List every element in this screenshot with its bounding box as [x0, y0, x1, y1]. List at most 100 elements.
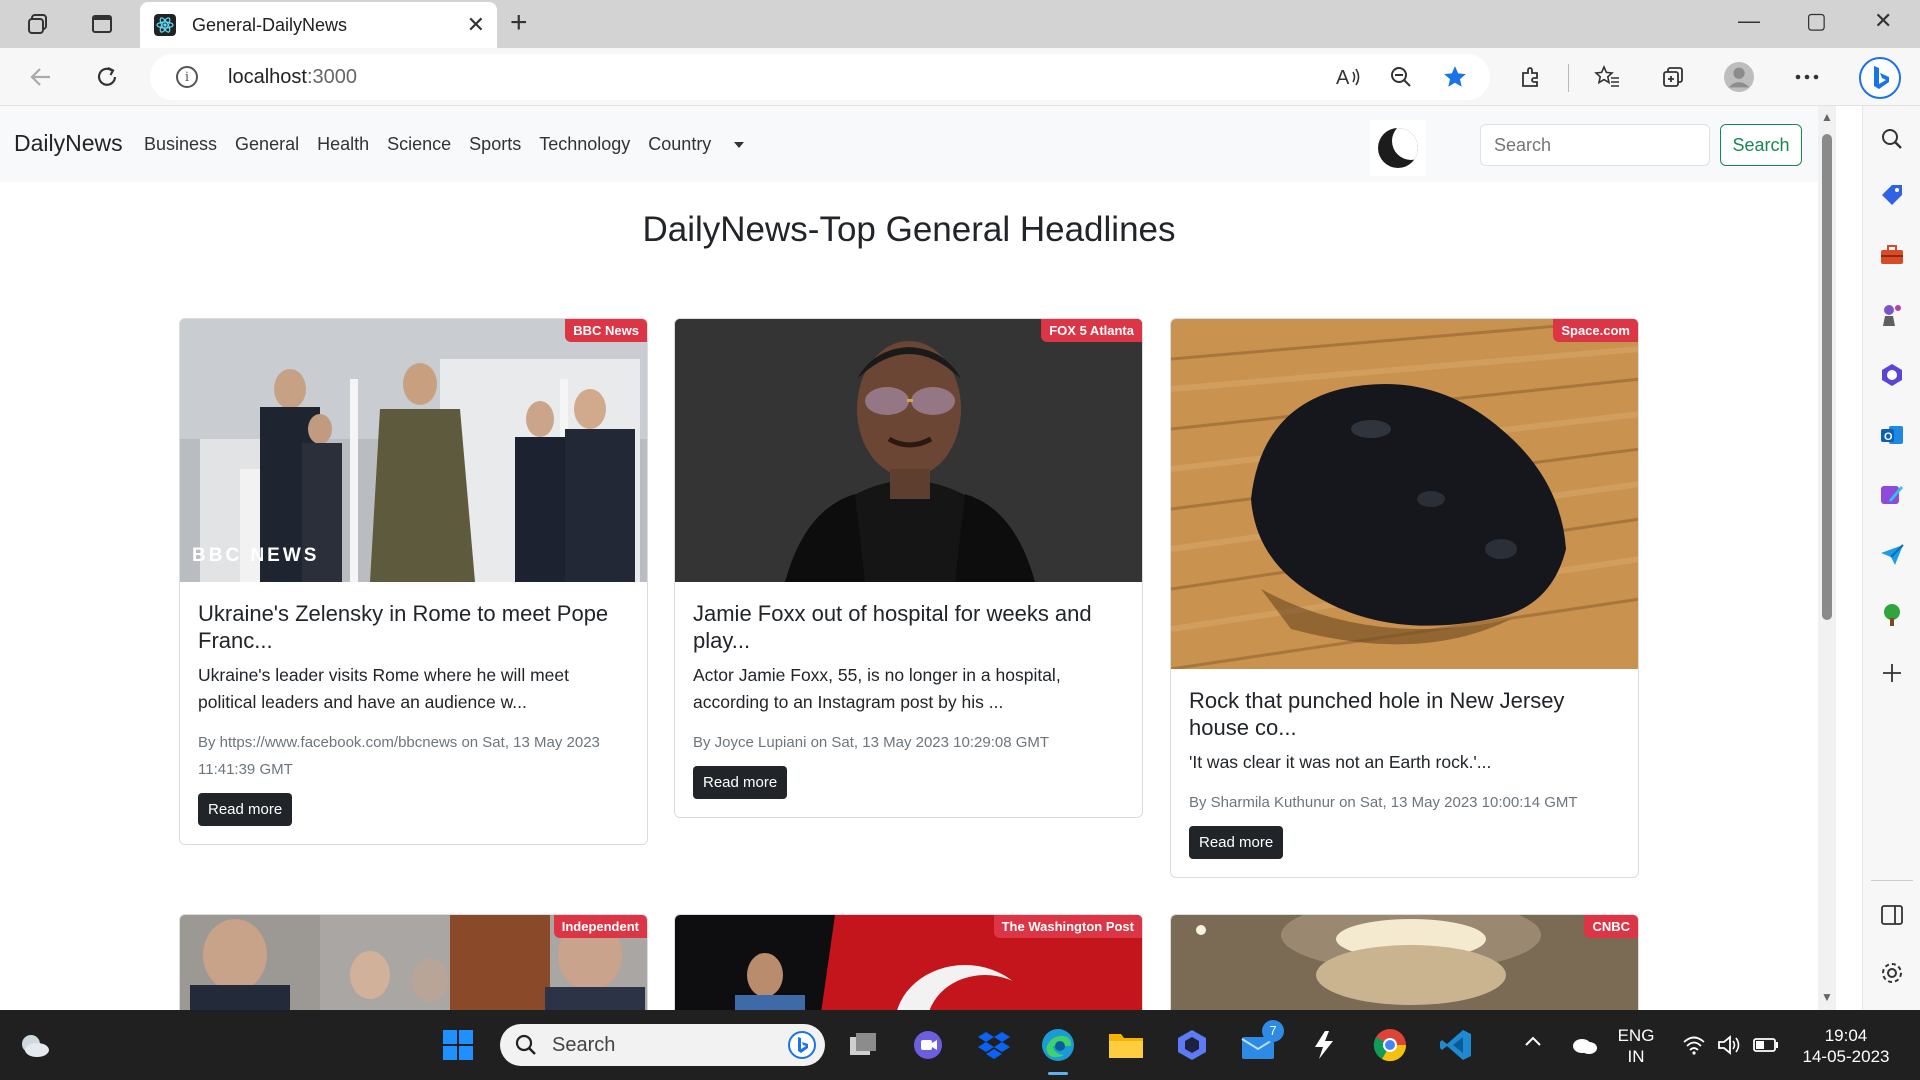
source-badge: CNBC	[1584, 915, 1638, 938]
tab-actions-icon[interactable]	[88, 10, 116, 38]
tools-icon[interactable]	[1877, 240, 1907, 270]
teams-chat-icon[interactable]	[910, 1027, 946, 1063]
url-text: localhost:3000	[228, 66, 357, 89]
volume-icon[interactable]	[1712, 1027, 1748, 1063]
collections-icon[interactable]	[1658, 62, 1688, 92]
battery-icon[interactable]	[1748, 1027, 1784, 1063]
taskbar-search-label: Search	[552, 1033, 616, 1056]
browser-tab-bar: General-DailyNews ✕ + — ▢ ✕	[0, 0, 1920, 48]
terminal-app-icon[interactable]	[1306, 1027, 1342, 1063]
show-hidden-icons-chevron[interactable]	[1524, 1030, 1542, 1053]
onedrive-cloud-icon[interactable]	[1566, 1027, 1602, 1063]
window-close-button[interactable]: ✕	[1874, 8, 1892, 34]
page-viewport: DailyNews Business General Health Scienc…	[0, 106, 1818, 1010]
read-more-button[interactable]: Read more	[1189, 826, 1284, 859]
sidebar-settings-gear-icon[interactable]	[1877, 958, 1907, 988]
microsoft-365-icon[interactable]	[1877, 360, 1907, 390]
scrollbar-thumb[interactable]	[1822, 134, 1832, 620]
news-image: Space.com	[1171, 319, 1638, 669]
news-image: CNBC	[1171, 915, 1638, 1010]
language-code: ENG	[1617, 1026, 1655, 1045]
brand-logo[interactable]: DailyNews	[14, 130, 123, 157]
workspaces-icon[interactable]	[24, 10, 52, 38]
news-image: The Washington Post	[675, 915, 1142, 1010]
designer-icon[interactable]	[1877, 480, 1907, 510]
task-view-icon[interactable]	[846, 1027, 882, 1063]
source-badge: Space.com	[1553, 319, 1638, 342]
zoom-out-icon[interactable]	[1386, 62, 1416, 92]
games-icon[interactable]	[1877, 300, 1907, 330]
maximize-button[interactable]: ▢	[1806, 8, 1827, 34]
nav-link-technology[interactable]: Technology	[539, 134, 630, 155]
scroll-down-icon[interactable]: ▼	[1821, 990, 1833, 1004]
back-icon[interactable]	[26, 62, 56, 92]
clock[interactable]: 19:04 14-05-2023	[1796, 1025, 1896, 1067]
add-sidebar-app-icon[interactable]	[1877, 658, 1907, 688]
source-badge: The Washington Post	[993, 915, 1142, 938]
new-tab-button[interactable]: +	[510, 8, 528, 38]
svg-text:O: O	[1884, 431, 1893, 443]
country-dropdown[interactable]: Country	[648, 134, 745, 155]
url-bar[interactable]: i localhost:3000	[150, 54, 1490, 100]
url-host: localhost	[228, 65, 307, 88]
card-title: Jamie Foxx out of hospital for weeks and…	[693, 601, 1092, 653]
tab-dailynews[interactable]: General-DailyNews ✕	[140, 2, 497, 48]
news-image: BBC News BBC NEWS	[180, 319, 647, 582]
bing-copilot-icon[interactable]	[1858, 56, 1902, 100]
copilot-app-icon[interactable]	[1174, 1027, 1210, 1063]
card-description: 'It was clear it was not an Earth rock.'…	[1189, 752, 1492, 772]
bbc-news-watermark: BBC NEWS	[192, 545, 320, 566]
wifi-icon[interactable]	[1676, 1027, 1712, 1063]
dark-mode-toggle[interactable]	[1370, 120, 1426, 176]
news-image: Independent	[180, 915, 647, 1010]
card-description: Ukraine's leader visits Rome where he wi…	[198, 665, 569, 712]
read-aloud-icon[interactable]: A	[1334, 62, 1364, 92]
shopping-tag-icon[interactable]	[1877, 180, 1907, 210]
profile-avatar[interactable]	[1724, 62, 1754, 92]
nav-link-health[interactable]: Health	[317, 134, 369, 155]
read-more-button[interactable]: Read more	[198, 793, 293, 826]
svg-text:A: A	[1336, 67, 1350, 88]
url-port: :3000	[306, 65, 357, 88]
news-card: Independent	[179, 914, 648, 1010]
language-indicator[interactable]: ENG IN	[1614, 1025, 1658, 1067]
nav-link-sports[interactable]: Sports	[469, 134, 521, 155]
active-app-indicator	[1048, 1072, 1068, 1075]
outlook-icon[interactable]: O	[1877, 420, 1907, 450]
chrome-icon[interactable]	[1372, 1027, 1408, 1063]
minimize-button[interactable]: —	[1738, 8, 1760, 34]
card-meta: By Joyce Lupiani on Sat, 13 May 2023 10:…	[693, 734, 1050, 751]
settings-more-icon[interactable]	[1792, 62, 1822, 92]
read-more-button[interactable]: Read more	[693, 766, 788, 799]
tab-title: General-DailyNews	[192, 14, 348, 35]
refresh-icon[interactable]	[92, 62, 122, 92]
search-icon[interactable]	[1877, 124, 1907, 154]
site-info-icon[interactable]: i	[176, 66, 198, 88]
hide-sidebar-icon[interactable]	[1877, 900, 1907, 930]
taskbar-search[interactable]: Search	[500, 1024, 825, 1066]
favorites-icon[interactable]	[1592, 62, 1622, 92]
favorite-star-icon[interactable]	[1440, 62, 1470, 92]
dropbox-icon[interactable]	[976, 1027, 1012, 1063]
search-input[interactable]	[1480, 124, 1710, 166]
drop-send-icon[interactable]	[1877, 540, 1907, 570]
nav-link-business[interactable]: Business	[144, 134, 217, 155]
weather-icon[interactable]	[16, 1027, 52, 1063]
search-button[interactable]: Search	[1720, 124, 1802, 166]
scroll-up-icon[interactable]: ▲	[1821, 110, 1833, 124]
vscode-icon[interactable]	[1438, 1027, 1474, 1063]
extensions-icon[interactable]	[1516, 62, 1546, 92]
nav-links: Business General Health Science Sports T…	[144, 134, 762, 155]
tree-icon[interactable]	[1877, 600, 1907, 630]
tab-close-icon[interactable]: ✕	[467, 12, 485, 38]
edge-browser-icon[interactable]	[1040, 1027, 1076, 1063]
nav-link-general[interactable]: General	[235, 134, 299, 155]
clock-time: 19:04	[1824, 1026, 1868, 1045]
card-meta: By https://www.facebook.com/bbcnews on S…	[198, 734, 600, 778]
site-navbar: DailyNews Business General Health Scienc…	[0, 106, 1818, 182]
file-explorer-icon[interactable]	[1108, 1027, 1144, 1063]
news-card: BBC News BBC NEWS Ukraine's Zelensky in …	[179, 318, 648, 845]
nav-link-science[interactable]: Science	[387, 134, 451, 155]
edge-sidebar: O	[1862, 106, 1920, 1010]
windows-start-icon[interactable]	[440, 1027, 476, 1063]
